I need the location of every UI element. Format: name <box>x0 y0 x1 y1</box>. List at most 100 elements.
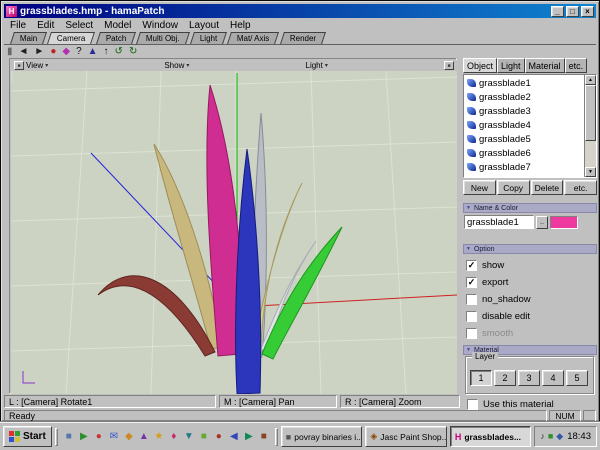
viewport-canvas[interactable] <box>11 71 457 394</box>
quicklaunch-icon[interactable]: ▼ <box>183 431 195 442</box>
titlebar[interactable]: H grassblades.hmp - hamaPatch _ □ × <box>4 4 596 18</box>
toolbar-icon[interactable]: ↑ <box>104 45 109 58</box>
quicklaunch-icon[interactable]: ✉ <box>108 431 120 442</box>
toolbar-icon[interactable]: ? <box>76 45 82 58</box>
close-button[interactable]: × <box>581 6 594 17</box>
toolbar-icon[interactable]: ▮ <box>7 45 13 58</box>
view-dropdown-icon[interactable]: ▾ <box>45 62 48 69</box>
maximize-button[interactable]: □ <box>566 6 579 17</box>
menu-item[interactable]: Layout <box>184 20 224 31</box>
app-tab[interactable]: Multi Obj. <box>136 32 190 44</box>
panel-button[interactable]: Delete <box>531 180 564 195</box>
app-tab[interactable]: Mat/ Axis <box>227 32 279 44</box>
layer-button[interactable]: 1 <box>470 370 492 386</box>
option-row[interactable]: show <box>466 258 596 272</box>
option-row[interactable]: export <box>466 275 596 289</box>
quicklaunch-icon[interactable]: ● <box>213 431 225 442</box>
option-row[interactable]: disable edit <box>466 309 596 323</box>
more-button[interactable]: .. <box>536 216 548 229</box>
toolbar-icon[interactable]: ▲ <box>88 45 98 58</box>
tray-icon[interactable]: ♪ <box>540 431 545 442</box>
show-dropdown-icon[interactable]: ▾ <box>186 62 189 69</box>
use-material-row[interactable]: Use this material <box>467 399 554 410</box>
panel-tab[interactable]: Object <box>463 58 497 73</box>
quicklaunch-icon[interactable]: ◆ <box>123 431 135 442</box>
menu-item[interactable]: File <box>5 20 31 31</box>
scroll-track[interactable] <box>585 141 596 167</box>
toolbar-icon[interactable]: ● <box>50 45 56 58</box>
menu-item[interactable]: Select <box>60 20 98 31</box>
scroll-up-icon[interactable]: ▲ <box>585 75 596 85</box>
view-label[interactable]: View <box>26 61 43 70</box>
quicklaunch-icon[interactable]: ■ <box>258 431 270 442</box>
object-list-item[interactable]: grassblade3 <box>464 104 584 118</box>
object-name-input[interactable] <box>464 215 534 229</box>
quicklaunch-icon[interactable]: ♦ <box>168 431 180 442</box>
resize-grip[interactable] <box>583 410 596 422</box>
panel-tab[interactable]: Light <box>497 58 525 73</box>
checkbox[interactable] <box>466 277 477 288</box>
viewport-maximize-icon[interactable]: ■ <box>444 61 454 70</box>
option-row[interactable]: no_shadow <box>466 292 596 306</box>
menu-item[interactable]: Window <box>137 20 183 31</box>
taskbar-task-button[interactable]: ■ povray binaries i... <box>281 426 363 447</box>
taskbar-divider[interactable] <box>275 428 278 446</box>
object-list-item[interactable]: grassblade1 <box>464 76 584 90</box>
panel-button[interactable]: Copy <box>497 180 530 195</box>
object-list-item[interactable]: grassblade4 <box>464 118 584 132</box>
section-header-option[interactable]: ▼ Option <box>463 244 597 254</box>
taskbar-divider[interactable] <box>55 428 58 446</box>
toolbar-icon[interactable]: ↺ <box>115 45 123 58</box>
menu-item[interactable]: Model <box>99 20 136 31</box>
start-button[interactable]: Start <box>3 426 52 447</box>
toolbar-icon[interactable]: ► <box>34 45 44 58</box>
layer-button[interactable]: 2 <box>494 370 516 386</box>
app-tab[interactable]: Patch <box>96 32 136 44</box>
checkbox[interactable] <box>466 311 477 322</box>
quicklaunch-icon[interactable]: ■ <box>198 431 210 442</box>
scroll-down-icon[interactable]: ▼ <box>585 167 596 177</box>
quicklaunch-icon[interactable]: ★ <box>153 431 165 442</box>
panel-button[interactable]: New <box>463 180 496 195</box>
light-label[interactable]: Light <box>306 61 323 70</box>
show-label[interactable]: Show <box>164 61 184 70</box>
light-dropdown-icon[interactable]: ▾ <box>325 62 328 69</box>
layer-button[interactable]: 5 <box>566 370 588 386</box>
scroll-thumb[interactable] <box>585 85 596 141</box>
taskbar-task-button[interactable]: H grassblades... <box>450 426 532 447</box>
object-list-scrollbar[interactable]: ▲ ▼ <box>584 75 596 177</box>
option-row[interactable]: smooth <box>466 326 596 340</box>
object-list-item[interactable]: grassblade5 <box>464 132 584 146</box>
object-color-swatch[interactable] <box>550 216 578 229</box>
toolbar-icon[interactable]: ↻ <box>129 45 137 58</box>
object-list-item[interactable]: grassblade7 <box>464 160 584 174</box>
object-list-item[interactable]: grassblade2 <box>464 90 584 104</box>
section-header-name-color[interactable]: ▼ Name & Color <box>463 203 597 213</box>
toolbar-icon[interactable]: ◄ <box>19 45 29 58</box>
app-tab[interactable]: Camera <box>47 32 95 44</box>
tray-icon[interactable]: ■ <box>548 431 553 442</box>
toolbar-icon[interactable]: ◆ <box>62 45 70 58</box>
menu-item[interactable]: Help <box>225 20 256 31</box>
layer-button[interactable]: 4 <box>542 370 564 386</box>
panel-tab[interactable]: Material <box>525 58 565 73</box>
app-tab[interactable]: Render <box>280 32 326 44</box>
quicklaunch-icon[interactable]: ● <box>93 431 105 442</box>
quicklaunch-icon[interactable]: ▶ <box>78 431 90 442</box>
layer-button[interactable]: 3 <box>518 370 540 386</box>
quicklaunch-icon[interactable]: ■ <box>63 431 75 442</box>
menu-item[interactable]: Edit <box>32 20 59 31</box>
checkbox[interactable] <box>466 260 477 271</box>
checkbox[interactable] <box>466 328 477 339</box>
quicklaunch-icon[interactable]: ◀ <box>228 431 240 442</box>
app-tab[interactable]: Main <box>10 32 47 44</box>
tray-icon[interactable]: ◆ <box>556 431 563 442</box>
checkbox[interactable] <box>466 294 477 305</box>
minimize-button[interactable]: _ <box>551 6 564 17</box>
quicklaunch-icon[interactable]: ▶ <box>243 431 255 442</box>
object-list-item[interactable]: grassblade6 <box>464 146 584 160</box>
panel-button[interactable]: etc. <box>564 180 597 195</box>
app-tab[interactable]: Light <box>190 32 227 44</box>
panel-tab[interactable]: etc. <box>565 58 588 73</box>
grid-toggle-icon[interactable]: ■ <box>14 61 24 70</box>
